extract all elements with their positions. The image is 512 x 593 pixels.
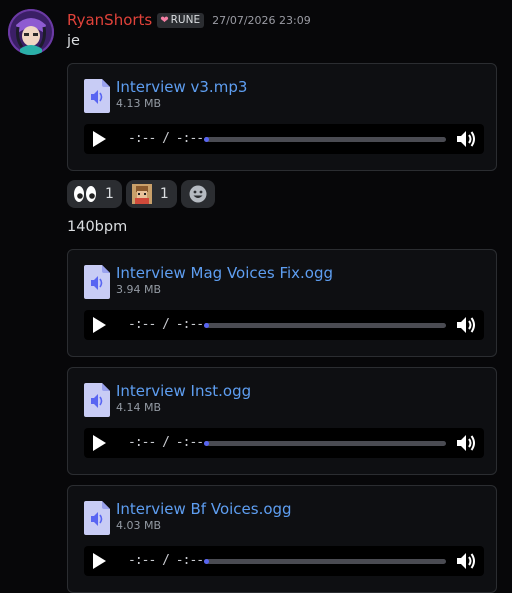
timestamp[interactable]: 27/07/2026 23:09 [212, 14, 311, 27]
reaction-count: 1 [105, 186, 114, 202]
heart-icon: ❤ [160, 14, 169, 26]
add-reaction-button[interactable] [180, 180, 215, 208]
play-button[interactable] [88, 315, 108, 335]
username[interactable]: RyanShorts [67, 11, 152, 29]
play-button[interactable] [88, 551, 108, 571]
message-text: je [67, 33, 80, 49]
file-size: 4.03 MB [116, 519, 162, 532]
audio-file-icon [84, 383, 110, 417]
play-button[interactable] [88, 129, 108, 149]
audio-file-icon [84, 79, 110, 113]
file-size: 4.13 MB [116, 97, 162, 110]
file-name-link[interactable]: Interview Inst.ogg [116, 382, 251, 400]
reactions-bar: 1 1 [67, 180, 215, 208]
progress-bar[interactable] [204, 137, 446, 142]
volume-button[interactable] [455, 314, 477, 336]
volume-button[interactable] [455, 550, 477, 572]
playback-time: -:-- / -:-- [128, 131, 204, 146]
avatar-image [8, 9, 54, 55]
progress-fill [204, 441, 209, 446]
smiley-icon [189, 185, 207, 203]
progress-bar[interactable] [204, 559, 446, 564]
role-tag-label: RUNE [170, 14, 201, 26]
progress-fill [204, 323, 209, 328]
progress-fill [204, 137, 209, 142]
reaction-eyes[interactable]: 1 [67, 180, 122, 208]
audio-attachment: Interview Inst.ogg 4.14 MB -:-- / -:-- [67, 367, 497, 475]
audio-attachment: Interview Bf Voices.ogg 4.03 MB -:-- / -… [67, 485, 497, 593]
file-name-link[interactable]: Interview Mag Voices Fix.ogg [116, 264, 333, 282]
file-name-link[interactable]: Interview Bf Voices.ogg [116, 500, 292, 518]
play-button[interactable] [88, 433, 108, 453]
eyes-emoji-icon [74, 186, 96, 202]
avatar[interactable] [8, 9, 54, 55]
playback-time: -:-- / -:-- [128, 553, 204, 568]
file-name-link[interactable]: Interview v3.mp3 [116, 78, 247, 96]
reaction-count: 1 [159, 186, 169, 202]
audio-file-icon [84, 265, 110, 299]
playback-time: -:-- / -:-- [128, 317, 204, 332]
progress-fill [204, 559, 209, 564]
audio-player: -:-- / -:-- [84, 428, 484, 458]
audio-player: -:-- / -:-- [84, 310, 484, 340]
message-text: 140bpm [67, 219, 128, 235]
volume-button[interactable] [455, 432, 477, 454]
playback-time: -:-- / -:-- [128, 435, 204, 450]
reaction-custom[interactable]: 1 [125, 180, 177, 208]
audio-attachment: Interview Mag Voices Fix.ogg 3.94 MB -:-… [67, 249, 497, 357]
volume-button[interactable] [455, 128, 477, 150]
custom-character-emoji-icon [131, 184, 152, 204]
audio-attachment: Interview v3.mp3 4.13 MB -:-- / -:-- [67, 63, 497, 171]
file-size: 3.94 MB [116, 283, 162, 296]
message-header: RyanShorts ❤ RUNE 27/07/2026 23:09 [67, 10, 311, 30]
progress-bar[interactable] [204, 323, 446, 328]
audio-file-icon [84, 501, 110, 535]
progress-bar[interactable] [204, 441, 446, 446]
role-tag[interactable]: ❤ RUNE [157, 12, 205, 28]
audio-player: -:-- / -:-- [84, 124, 484, 154]
file-size: 4.14 MB [116, 401, 162, 414]
audio-player: -:-- / -:-- [84, 546, 484, 576]
